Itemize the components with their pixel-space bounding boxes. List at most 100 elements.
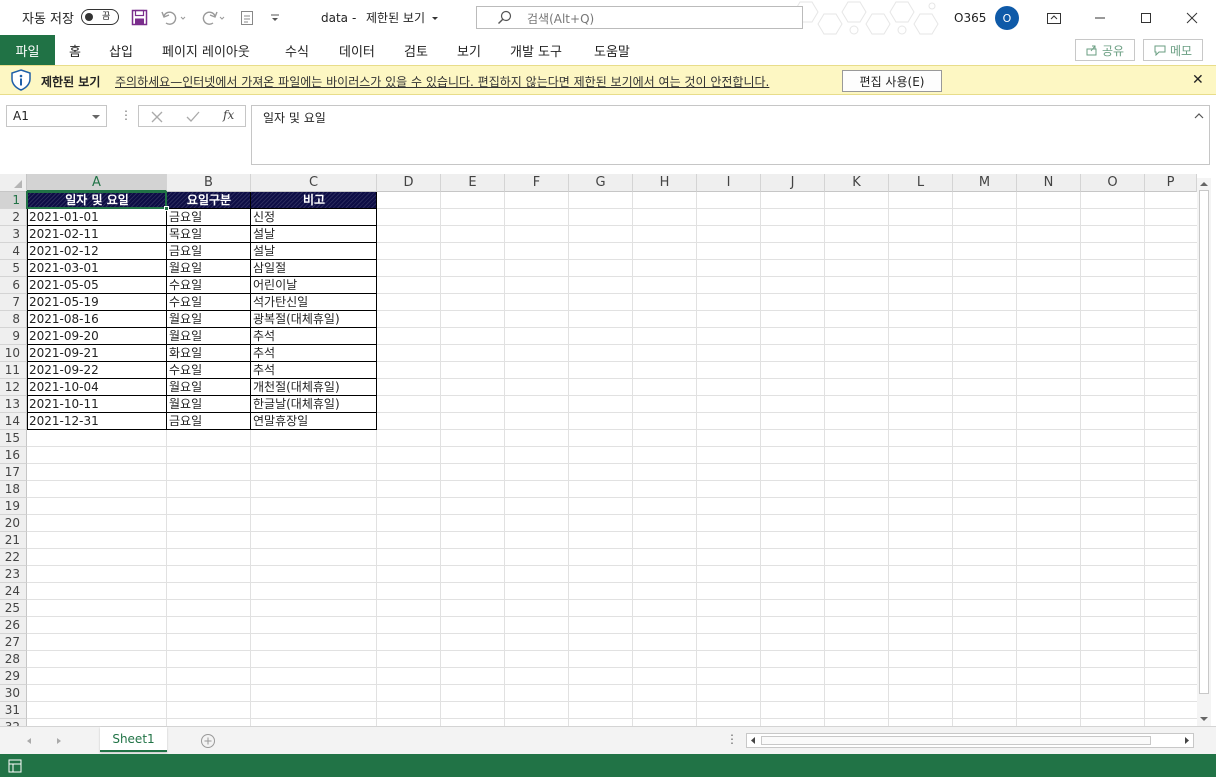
tab-insert[interactable]: 삽입 [109, 35, 133, 65]
row-header[interactable]: 1 [0, 192, 27, 209]
table-cell[interactable]: 개천절(대체휴일) [251, 379, 377, 396]
tab-developer[interactable]: 개발 도구 [510, 35, 562, 65]
table-cell[interactable]: 추석 [251, 345, 377, 362]
column-header-a[interactable]: A [27, 174, 167, 192]
table-cell[interactable]: 수요일 [167, 362, 251, 379]
row-header[interactable]: 21 [0, 532, 27, 549]
row-header[interactable]: 7 [0, 294, 27, 311]
view-mode-title[interactable]: 제한된 보기 [366, 0, 440, 35]
row-header[interactable]: 13 [0, 396, 27, 413]
column-header-e[interactable]: E [441, 174, 505, 192]
close-icon[interactable] [1186, 0, 1198, 35]
row-header[interactable]: 19 [0, 498, 27, 515]
table-cell[interactable]: 연말휴장일 [251, 413, 377, 430]
column-header-o[interactable]: O [1081, 174, 1145, 192]
row-header[interactable]: 14 [0, 413, 27, 430]
column-header-h[interactable]: H [633, 174, 697, 192]
horizontal-scroll-thumb[interactable] [761, 736, 1151, 745]
row-header[interactable]: 27 [0, 634, 27, 651]
table-cell[interactable]: 월요일 [167, 260, 251, 277]
share-button[interactable]: 공유 [1075, 39, 1135, 61]
tab-data[interactable]: 데이터 [339, 35, 375, 65]
row-header[interactable]: 31 [0, 702, 27, 719]
vertical-scroll-thumb[interactable] [1199, 190, 1209, 694]
row-header[interactable]: 15 [0, 430, 27, 447]
table-cell[interactable]: 한글날(대체휴일) [251, 396, 377, 413]
avatar[interactable]: O [995, 6, 1019, 30]
row-header[interactable]: 25 [0, 600, 27, 617]
form-icon[interactable] [240, 0, 254, 35]
row-header[interactable]: 5 [0, 260, 27, 277]
table-cell[interactable]: 금요일 [167, 413, 251, 430]
row-header[interactable]: 8 [0, 311, 27, 328]
maximize-icon[interactable] [1140, 0, 1152, 35]
column-header-l[interactable]: L [889, 174, 953, 192]
customize-toolbar-icon[interactable] [270, 0, 280, 35]
vertical-scrollbar[interactable] [1197, 178, 1211, 726]
row-header[interactable]: 22 [0, 549, 27, 566]
add-sheet-icon[interactable] [200, 733, 216, 749]
ribbon-display-icon[interactable] [1046, 0, 1062, 35]
protected-view-message[interactable]: 주의하세요—인터넷에서 가져온 파일에는 바이러스가 있을 수 있습니다. 편집… [115, 73, 769, 90]
table-cell[interactable]: 설날 [251, 243, 377, 260]
column-header-n[interactable]: N [1017, 174, 1081, 192]
scroll-right-icon[interactable] [1181, 734, 1193, 747]
spreadsheet-grid[interactable]: ABCDEFGHIJKLMNOP 1 2 3 4 5 6 7 8 9 10 11 12 13 14 15 16… [0, 174, 1216, 736]
table-cell[interactable]: 월요일 [167, 379, 251, 396]
formula-input[interactable]: 일자 및 요일 [251, 105, 1210, 165]
fill-handle[interactable] [164, 206, 169, 211]
tab-file[interactable]: 파일 [0, 35, 55, 65]
prev-sheet-icon[interactable] [24, 736, 34, 746]
save-icon[interactable] [131, 0, 148, 35]
close-message-icon[interactable]: ✕ [1192, 72, 1204, 88]
insert-function-icon[interactable]: fx [223, 108, 234, 122]
table-cell[interactable]: 금요일 [167, 209, 251, 226]
table-cell[interactable]: 목요일 [167, 226, 251, 243]
table-cell[interactable]: 월요일 [167, 328, 251, 345]
table-cell[interactable]: 2021-02-11 [27, 226, 167, 243]
select-all-corner[interactable] [0, 174, 27, 192]
row-header[interactable]: 24 [0, 583, 27, 600]
row-header[interactable]: 28 [0, 651, 27, 668]
autosave-toggle[interactable]: 끔 [81, 9, 119, 25]
row-header[interactable]: 4 [0, 243, 27, 260]
tab-split-handle[interactable]: ⋮ [726, 732, 738, 746]
row-header[interactable]: 6 [0, 277, 27, 294]
table-cell[interactable]: 월요일 [167, 311, 251, 328]
row-header[interactable]: 20 [0, 515, 27, 532]
table-cell[interactable]: 2021-09-22 [27, 362, 167, 379]
table-cell[interactable]: 월요일 [167, 396, 251, 413]
row-header[interactable]: 12 [0, 379, 27, 396]
tab-view[interactable]: 보기 [457, 35, 481, 65]
column-header-m[interactable]: M [953, 174, 1017, 192]
horizontal-scrollbar[interactable] [746, 733, 1194, 748]
table-cell[interactable]: 삼일절 [251, 260, 377, 277]
enable-editing-button[interactable]: 편집 사용(E) [842, 70, 942, 92]
column-header-p[interactable]: P [1145, 174, 1197, 192]
table-cell[interactable]: 석가탄신일 [251, 294, 377, 311]
table-cell[interactable]: 수요일 [167, 277, 251, 294]
undo-icon[interactable] [160, 0, 186, 35]
tab-review[interactable]: 검토 [404, 35, 428, 65]
table-cell[interactable]: 추석 [251, 328, 377, 345]
next-sheet-icon[interactable] [54, 736, 64, 746]
minimize-icon[interactable] [1094, 0, 1106, 35]
table-cell[interactable]: 화요일 [167, 345, 251, 362]
column-header-f[interactable]: F [505, 174, 569, 192]
column-header-b[interactable]: B [167, 174, 251, 192]
tab-formulas[interactable]: 수식 [285, 35, 309, 65]
table-cell[interactable]: 2021-02-12 [27, 243, 167, 260]
column-header-k[interactable]: K [825, 174, 889, 192]
table-cell[interactable]: 2021-09-20 [27, 328, 167, 345]
name-box[interactable]: A1 [6, 105, 107, 127]
table-cell[interactable]: 2021-10-11 [27, 396, 167, 413]
table-cell[interactable]: 2021-08-16 [27, 311, 167, 328]
row-header[interactable]: 11 [0, 362, 27, 379]
table-cell[interactable]: 2021-12-31 [27, 413, 167, 430]
row-header[interactable]: 23 [0, 566, 27, 583]
column-header-j[interactable]: J [761, 174, 825, 192]
table-cell[interactable]: 금요일 [167, 243, 251, 260]
row-header[interactable]: 17 [0, 464, 27, 481]
table-cell[interactable]: 2021-05-19 [27, 294, 167, 311]
tab-home[interactable]: 홈 [69, 35, 81, 65]
